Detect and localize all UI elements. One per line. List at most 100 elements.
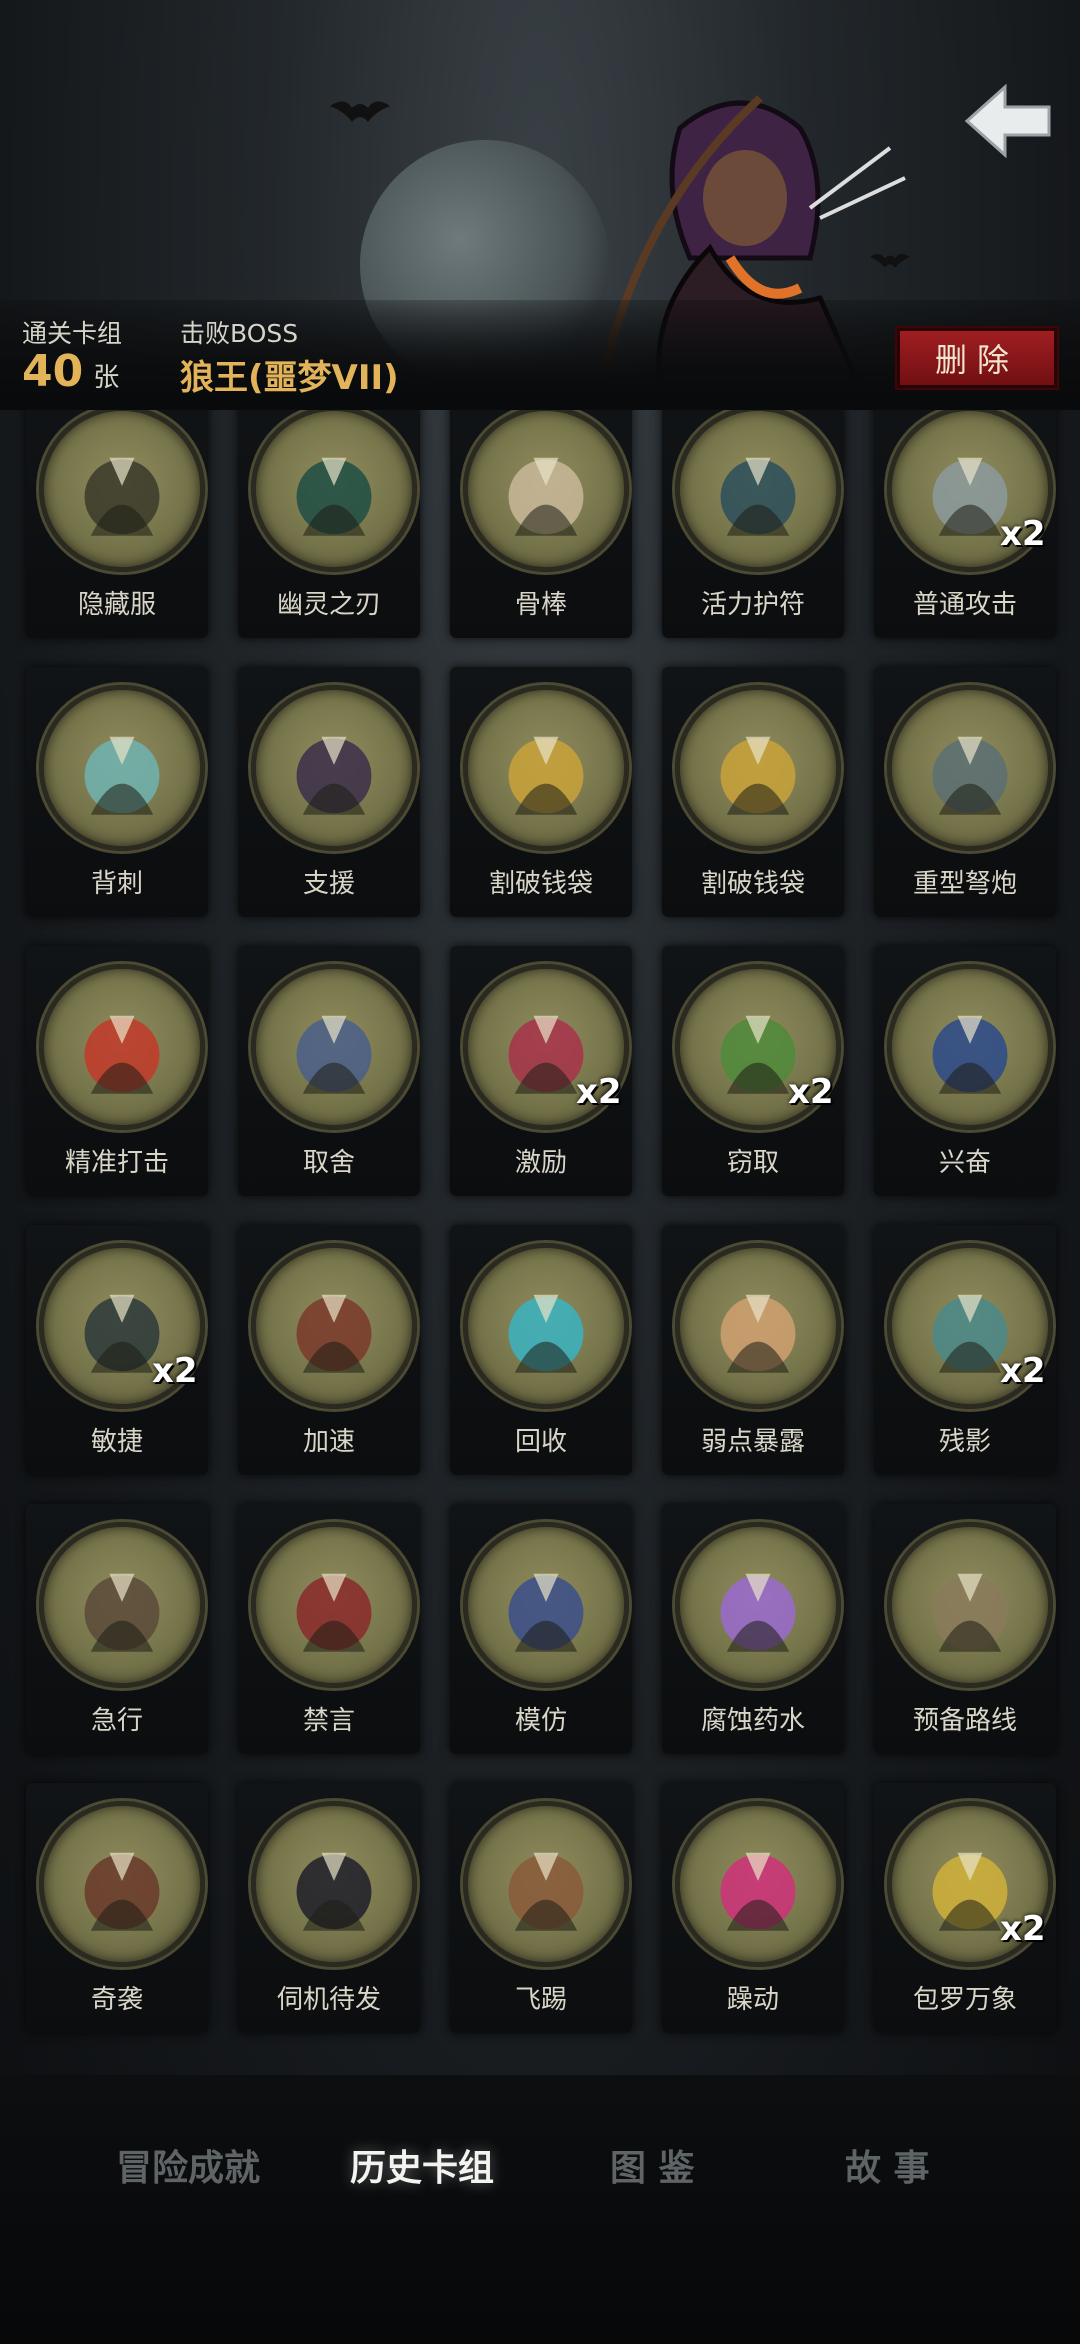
- deck-card[interactable]: 禁言: [238, 1504, 420, 1754]
- deck-card[interactable]: 隐藏服: [26, 410, 208, 638]
- card-art: [39, 685, 205, 851]
- deck-card[interactable]: 精准打击: [26, 946, 208, 1196]
- deck-card[interactable]: 躁动: [662, 1783, 844, 2033]
- card-label: 割破钱袋: [488, 869, 593, 899]
- card-label: 普通攻击: [912, 590, 1017, 620]
- bone-club-icon: [508, 457, 584, 536]
- deck-card[interactable]: 模仿: [450, 1504, 632, 1754]
- potion-icon: [720, 1573, 796, 1652]
- deck-card[interactable]: 幽灵之刃: [238, 410, 420, 638]
- card-label: 回收: [514, 1427, 567, 1457]
- deck-card[interactable]: 弱点暴露: [662, 1225, 844, 1475]
- deck-card-grid: 隐藏服 幽灵之刃 骨棒 活力护符 x2 普通攻击 背刺 支援 割破钱袋 割破钱袋 重型弩炮 精准打击 取…: [0, 410, 1080, 2075]
- support-icon: [296, 736, 372, 815]
- tab-story[interactable]: 故 事: [845, 2139, 930, 2191]
- card-label: 精准打击: [64, 1148, 169, 1178]
- card-label: 活力护符: [700, 590, 805, 620]
- excited-dwarf-icon: [932, 1015, 1008, 1094]
- whirl-icon: [508, 1294, 584, 1373]
- card-label: 幽灵之刃: [276, 590, 381, 620]
- tab-codex[interactable]: 图 鉴: [610, 2139, 695, 2191]
- deck-card[interactable]: 奇袭: [26, 1783, 208, 2033]
- mimic-icon: [508, 1573, 584, 1652]
- backstab-icon: [84, 736, 160, 815]
- bottom-nav: 冒险成就 历史卡组 图 鉴 故 事: [0, 2075, 1080, 2344]
- card-label: 弱点暴露: [700, 1427, 805, 1457]
- deck-card[interactable]: x2 激励: [450, 946, 632, 1196]
- card-art: [251, 1801, 417, 1967]
- card-art: [463, 1801, 629, 1967]
- card-art: [39, 964, 205, 1130]
- deck-card[interactable]: 骨棒: [450, 410, 632, 638]
- deck-card[interactable]: 活力护符: [662, 410, 844, 638]
- card-art: [463, 1522, 629, 1688]
- ninja-icon: [296, 1852, 372, 1931]
- deck-card[interactable]: 飞踢: [450, 1783, 632, 2033]
- defeated-boss-label: 击败BOSS: [180, 319, 299, 348]
- card-label: 隐藏服: [77, 590, 156, 620]
- card-label: 奇袭: [90, 1985, 143, 2015]
- ambush-icon: [84, 1852, 160, 1931]
- card-label: 飞踢: [514, 1985, 567, 2015]
- card-art: [887, 685, 1053, 851]
- hooded-cloak-icon: [84, 457, 160, 536]
- deck-card[interactable]: 取舍: [238, 946, 420, 1196]
- card-label: 禁言: [302, 1706, 355, 1736]
- card-label: 急行: [90, 1706, 143, 1736]
- deck-card[interactable]: 回收: [450, 1225, 632, 1475]
- tab-adventure-achievements[interactable]: 冒险成就: [116, 2139, 260, 2191]
- card-label: 取舍: [302, 1148, 355, 1178]
- delete-button[interactable]: 删除: [895, 326, 1059, 390]
- deck-card[interactable]: 背刺: [26, 667, 208, 917]
- card-label: 兴奋: [938, 1148, 991, 1178]
- deck-card[interactable]: 急行: [26, 1504, 208, 1754]
- card-art: [39, 1522, 205, 1688]
- flying-kick-icon: [508, 1852, 584, 1931]
- rush-icon: [84, 1573, 160, 1652]
- ghost-blade-icon: [296, 457, 372, 536]
- deck-card[interactable]: x2 窃取: [662, 946, 844, 1196]
- deck-card[interactable]: 加速: [238, 1225, 420, 1475]
- silence-icon: [296, 1573, 372, 1652]
- card-label: 预备路线: [912, 1706, 1017, 1736]
- card-art: [675, 410, 841, 572]
- map-route-icon: [932, 1573, 1008, 1652]
- deck-card[interactable]: 腐蚀药水: [662, 1504, 844, 1754]
- card-count-badge: x2: [788, 1072, 834, 1112]
- deck-card[interactable]: 重型弩炮: [874, 667, 1056, 917]
- card-art: [675, 1522, 841, 1688]
- bat-icon: [330, 101, 390, 122]
- sage-icon: [296, 1015, 372, 1094]
- card-label: 腐蚀药水: [700, 1706, 805, 1736]
- deck-card[interactable]: 割破钱袋: [662, 667, 844, 917]
- frenzy-icon: [720, 1852, 796, 1931]
- card-art: [887, 964, 1053, 1130]
- deck-card[interactable]: x2 普通攻击: [874, 410, 1056, 638]
- card-art: [675, 1801, 841, 1967]
- deck-card[interactable]: 预备路线: [874, 1504, 1056, 1754]
- card-art: [463, 410, 629, 572]
- deck-header: 通关卡组 40 张 击败BOSS 狼王(噩梦VII) 删除: [0, 0, 1080, 410]
- card-art: [251, 410, 417, 572]
- deck-card[interactable]: x2 敏捷: [26, 1225, 208, 1475]
- deck-card[interactable]: 兴奋: [874, 946, 1056, 1196]
- card-label: 割破钱袋: [700, 869, 805, 899]
- deck-card[interactable]: 支援: [238, 667, 420, 917]
- card-label: 残影: [938, 1427, 991, 1457]
- back-button[interactable]: [960, 76, 1056, 166]
- card-label: 背刺: [90, 869, 143, 899]
- heavy-ballista-icon: [932, 736, 1008, 815]
- deck-card[interactable]: x2 包罗万象: [874, 1783, 1056, 2033]
- cut-purse-icon: [508, 736, 584, 815]
- card-art: [251, 685, 417, 851]
- card-art: [39, 1801, 205, 1967]
- card-label: 躁动: [726, 1985, 779, 2015]
- witch-icon: [296, 1294, 372, 1373]
- cut-purse-icon: [720, 736, 796, 815]
- deck-card[interactable]: 割破钱袋: [450, 667, 632, 917]
- deck-card[interactable]: x2 残影: [874, 1225, 1056, 1475]
- deck-card[interactable]: 伺机待发: [238, 1783, 420, 2033]
- boss-name: 狼王(噩梦VII): [180, 358, 399, 398]
- card-count-badge: x2: [1000, 1351, 1046, 1391]
- tab-history-decks[interactable]: 历史卡组: [350, 2139, 494, 2191]
